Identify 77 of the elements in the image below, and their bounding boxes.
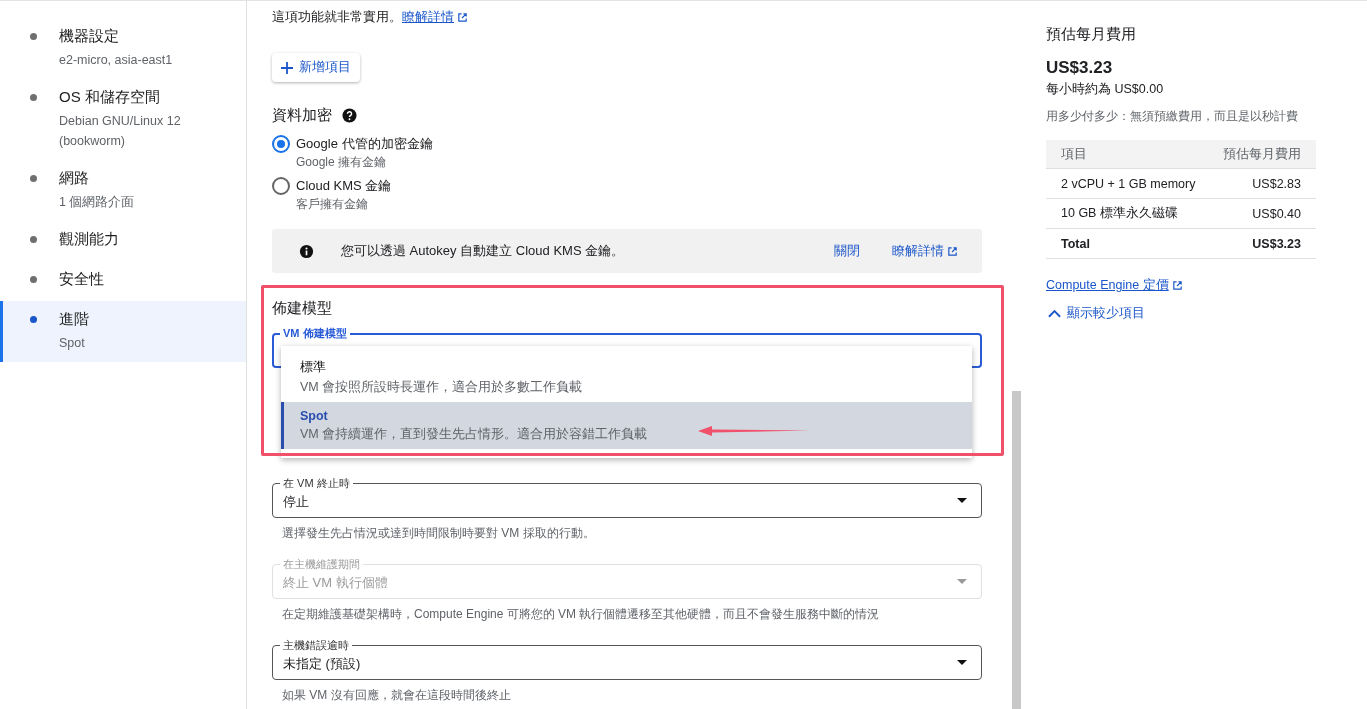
help-icon[interactable] xyxy=(342,108,357,123)
section-title: 資料加密 xyxy=(272,106,332,125)
menu-item-title: 標準 xyxy=(300,359,326,376)
sidebar-item[interactable]: 安全性 xyxy=(0,261,246,301)
scrollbar[interactable] xyxy=(1012,391,1021,709)
sidebar-item[interactable]: 網路 1 個網路介面 xyxy=(0,160,246,221)
section-title: 佈建模型 xyxy=(272,299,333,318)
monthly-cost: US$3.23 xyxy=(1046,58,1113,78)
column-header: 項目 xyxy=(1061,145,1087,163)
banner-text: 您可以透過 Autokey 自動建立 Cloud KMS 金鑰。 xyxy=(341,242,626,260)
sidebar-item-subtitle: e2-micro, asia-east1 xyxy=(59,52,173,69)
learn-more-link[interactable]: 瞭解詳情 xyxy=(402,9,468,25)
table-cell: US$2.83 xyxy=(1252,176,1301,191)
table-cell: Total xyxy=(1061,236,1090,251)
bullet-icon xyxy=(30,236,37,243)
table-cell: US$3.23 xyxy=(1252,236,1301,251)
table-cell: 10 GB 標準永久磁碟 xyxy=(1061,205,1178,222)
helper-text: 如果 VM 沒有回應，就會在這段時間後終止 xyxy=(282,687,511,704)
option-description: Google 擁有金鑰 xyxy=(296,154,388,171)
option-description: 客戶擁有金鑰 xyxy=(296,196,369,213)
caret-icon xyxy=(957,660,967,665)
learn-more-link[interactable]: 瞭解詳情 xyxy=(892,242,958,260)
field-label: VM 佈建模型 xyxy=(280,326,350,340)
sidebar-item[interactable]: 進階 Spot xyxy=(0,301,246,362)
pricing-link[interactable]: Compute Engine 定價 xyxy=(1046,277,1183,294)
sidebar-item-title: 機器設定 xyxy=(59,27,120,46)
hourly-cost: 每小時約為 US$0.00 xyxy=(1046,81,1164,98)
caret-icon xyxy=(957,498,967,503)
sidebar-item-title: 安全性 xyxy=(59,270,104,289)
menu-item[interactable]: 標準 VM 會按照所設時長運作，適合用於多數工作負載 xyxy=(281,352,972,402)
dismiss-link[interactable]: 關閉 xyxy=(834,242,860,260)
plus-icon xyxy=(281,61,293,74)
caret-icon xyxy=(957,579,967,584)
radio-button[interactable] xyxy=(272,135,290,153)
field-label: 在主機維護期間 xyxy=(280,557,363,571)
field-label: 主機錯誤逾時 xyxy=(280,638,352,652)
bullet-icon xyxy=(30,94,37,101)
sidebar-item-subtitle: Spot xyxy=(59,335,86,352)
billing-note: 用多少付多少：無須預繳費用，而且是以秒計費 xyxy=(1046,108,1298,125)
bullet-icon xyxy=(30,175,37,182)
sidebar-item-subtitle: 1 個網路介面 xyxy=(59,194,135,211)
menu-item-description: VM 會按照所設時長運作，適合用於多數工作負載 xyxy=(300,379,583,396)
description-text: 這項功能就非常實用。瞭解詳情 xyxy=(272,9,468,25)
sidebar-item[interactable]: 機器設定 e2-micro, asia-east1 xyxy=(0,18,246,79)
sidebar-item-title: 觀測能力 xyxy=(59,230,119,249)
info-icon xyxy=(299,243,314,259)
external-link-icon xyxy=(1171,280,1183,291)
helper-text: 選擇發生先占情況或達到時間限制時要對 VM 採取的行動。 xyxy=(282,525,595,542)
field-value: 終止 VM 執行個體 xyxy=(283,573,388,592)
field-value: 未指定 (預設) xyxy=(283,654,361,673)
add-item-button[interactable]: 新增項目 xyxy=(272,53,360,82)
sidebar-item-title: 網路 xyxy=(59,169,90,188)
helper-text: 在定期維護基礎架構時，Compute Engine 可將您的 VM 執行個體遷移至其他硬體，而且不會發生服務中斷的情況 xyxy=(282,606,880,623)
show-less-button[interactable]: 顯示較少項目 xyxy=(1046,305,1145,322)
sidebar-item-subtitle: Debian GNU/Linux 12 (bookworm) xyxy=(59,113,182,150)
bullet-icon xyxy=(30,316,37,323)
field-value: 停止 xyxy=(283,492,309,511)
sidebar-item-title: OS 和儲存空間 xyxy=(59,88,161,107)
sidebar-item-title: 進階 xyxy=(59,310,89,329)
radio-button[interactable] xyxy=(272,177,290,195)
menu-item-title: Spot xyxy=(300,409,328,423)
option-label: Cloud KMS 金鑰 xyxy=(296,177,392,195)
table-cell: US$0.40 xyxy=(1252,206,1301,221)
menu-item[interactable]: Spot VM 會持續運作，直到發生先占情形。適合用於容錯工作負載 xyxy=(281,402,972,449)
table-cell: 2 vCPU + 1 GB memory xyxy=(1061,176,1196,191)
column-header: 預估每月費用 xyxy=(1223,145,1301,163)
sidebar-item[interactable]: 觀測能力 xyxy=(0,221,246,261)
sidebar-item[interactable]: OS 和儲存空間 Debian GNU/Linux 12 (bookworm) xyxy=(0,79,246,160)
bullet-icon xyxy=(30,33,37,40)
option-label: Google 代管的加密金鑰 xyxy=(296,135,433,153)
panel-title: 預估每月費用 xyxy=(1046,25,1136,44)
external-link-icon xyxy=(457,11,468,23)
chevron-up-icon xyxy=(1048,309,1061,318)
bullet-icon xyxy=(30,276,37,283)
menu-item-description: VM 會持續運作，直到發生先占情形。適合用於容錯工作負載 xyxy=(300,426,648,443)
external-link-icon xyxy=(947,245,958,257)
field-label: 在 VM 終止時 xyxy=(280,476,353,490)
